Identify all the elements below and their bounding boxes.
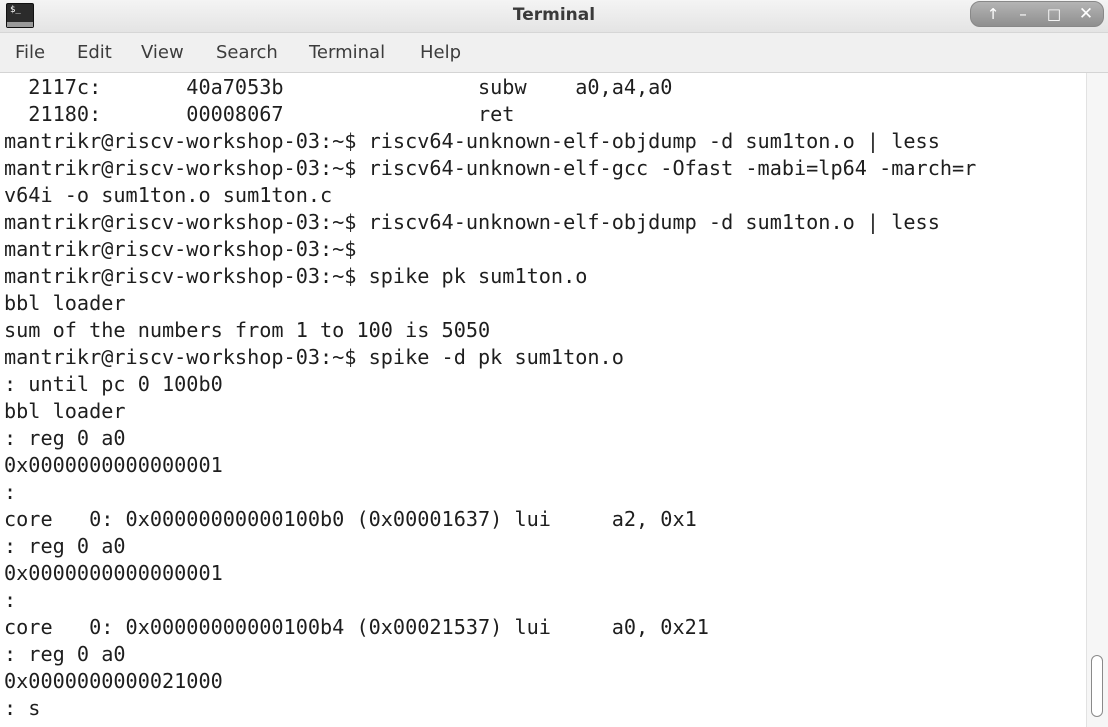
terminal-line: core 0: 0x00000000000100b4 (0x00021537) … <box>4 615 709 639</box>
terminal-line: mantrikr@riscv-workshop-03:~$ spike -d p… <box>4 345 624 369</box>
shade-up-icon[interactable]: ↑ <box>982 4 1004 24</box>
menu-search[interactable]: Search <box>216 33 278 73</box>
terminal-line: mantrikr@riscv-workshop-03:~$ <box>4 237 357 261</box>
minimize-icon[interactable]: – <box>1012 4 1034 24</box>
terminal-line: : reg 0 a0 <box>4 534 126 558</box>
vertical-scrollbar[interactable] <box>1086 73 1108 727</box>
terminal-line: : <box>4 588 17 612</box>
terminal-line: : <box>4 480 17 504</box>
menu-help[interactable]: Help <box>420 33 461 73</box>
window-title: Terminal <box>512 5 596 25</box>
terminal-output[interactable]: 2117c: 40a7053b subw a0,a4,a0 21180: 000… <box>0 73 1086 727</box>
terminal-line: bbl loader <box>4 399 126 423</box>
terminal-line: 21180: 00008067 ret <box>4 102 515 126</box>
menu-bar: File Edit View Search Terminal Help <box>0 33 1108 73</box>
terminal-line: mantrikr@riscv-workshop-03:~$ spike pk s… <box>4 264 588 288</box>
title-bar[interactable]: $_ Terminal ↑ – □ ✕ <box>0 0 1108 33</box>
terminal-line: 0x0000000000021000 <box>4 669 223 693</box>
window-controls: ↑ – □ ✕ <box>970 1 1104 27</box>
terminal-line: 0x0000000000000001 <box>4 561 223 585</box>
menu-terminal[interactable]: Terminal <box>309 33 385 73</box>
scrollbar-thumb[interactable] <box>1091 655 1103 717</box>
terminal-line: : reg 0 a0 <box>4 642 126 666</box>
terminal-window: $_ Terminal ↑ – □ ✕ File Edit View Searc… <box>0 0 1108 727</box>
terminal-line: sum of the numbers from 1 to 100 is 5050 <box>4 318 491 342</box>
terminal-line: 2117c: 40a7053b subw a0,a4,a0 <box>4 75 673 99</box>
terminal-line: 0x0000000000000001 <box>4 453 223 477</box>
terminal-line: mantrikr@riscv-workshop-03:~$ riscv64-un… <box>4 129 940 153</box>
terminal-line: bbl loader <box>4 291 126 315</box>
terminal-line: mantrikr@riscv-workshop-03:~$ riscv64-un… <box>4 210 940 234</box>
terminal-line: mantrikr@riscv-workshop-03:~$ riscv64-un… <box>4 156 977 180</box>
terminal-line: : s <box>4 696 41 720</box>
terminal-line: : until pc 0 100b0 <box>4 372 223 396</box>
terminal-line: core 0: 0x00000000000100b0 (0x00001637) … <box>4 507 697 531</box>
terminal-line: : reg 0 a0 <box>4 426 126 450</box>
maximize-icon[interactable]: □ <box>1043 4 1065 24</box>
terminal-line: v64i -o sum1ton.o sum1ton.c <box>4 183 333 207</box>
close-icon[interactable]: ✕ <box>1075 4 1097 24</box>
menu-file[interactable]: File <box>15 33 45 73</box>
menu-edit[interactable]: Edit <box>77 33 112 73</box>
menu-view[interactable]: View <box>141 33 184 73</box>
